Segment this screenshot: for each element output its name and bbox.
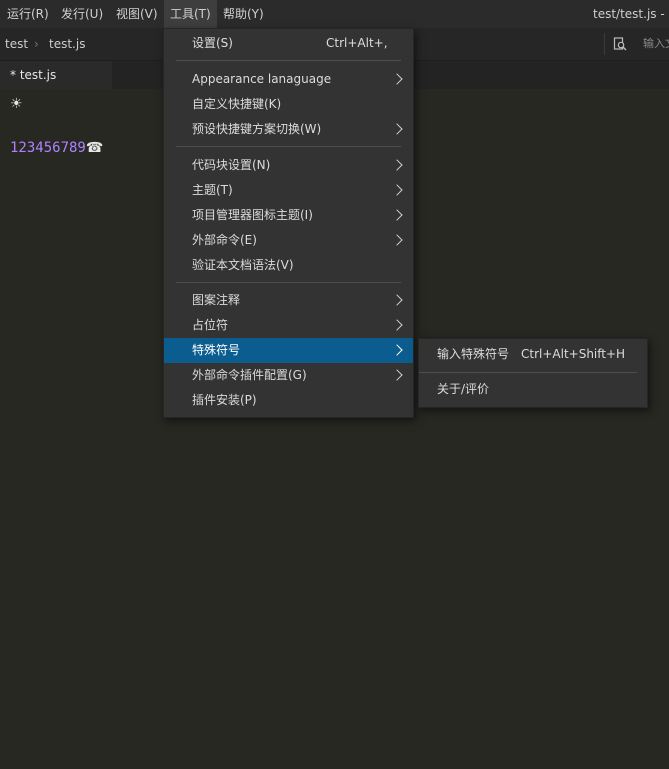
menu-item-pattern-comment[interactable]: 图案注释 [164, 288, 413, 313]
menu-item-label: 输入特殊符号 [437, 347, 510, 361]
menu-item-label: 验证本文档语法(V) [192, 258, 294, 272]
chevron-right-icon [391, 344, 403, 356]
number-literal: 123456789 [10, 140, 86, 156]
menu-item-snippet-settings[interactable]: 代码块设置(N) [164, 153, 413, 178]
menu-divider [176, 282, 401, 283]
chevron-right-icon [391, 209, 403, 221]
menu-item-label: 项目管理器图标主题(I) [192, 208, 313, 222]
menu-item-label: 外部命令插件配置(G) [192, 368, 307, 382]
submenu-item-about-rate[interactable]: 关于/评价 [419, 377, 647, 402]
menu-item-shortcut: Ctrl+Alt+Shift+H [521, 347, 626, 361]
menu-item-theme[interactable]: 主题(T) [164, 178, 413, 203]
search-input[interactable]: 输入文 [643, 33, 669, 55]
chevron-right-icon: › [34, 37, 39, 51]
search-file-icon [613, 37, 627, 51]
menu-item-label: Appearance lanaguage [192, 72, 332, 86]
menu-publish[interactable]: 发行(U) [55, 0, 109, 28]
menu-item-label: 代码块设置(N) [192, 158, 271, 172]
chevron-right-icon [391, 234, 403, 246]
chevron-right-icon [391, 294, 403, 306]
menu-item-label: 特殊符号 [192, 343, 241, 357]
chevron-right-icon [391, 123, 403, 135]
menu-item-external-plugin-config[interactable]: 外部命令插件配置(G) [164, 363, 413, 388]
special-symbols-submenu: 输入特殊符号 Ctrl+Alt+Shift+H 关于/评价 [418, 338, 648, 408]
submenu-item-insert-symbol[interactable]: 输入特殊符号 Ctrl+Alt+Shift+H [419, 342, 647, 367]
menu-item-settings[interactable]: 设置(S) Ctrl+Alt+, [164, 31, 413, 56]
editor-line-2: 123456789☎ [10, 140, 103, 156]
menu-item-label: 主题(T) [192, 183, 233, 197]
tab-test-js[interactable]: * test.js [0, 61, 112, 89]
phone-icon: ☎ [85, 140, 104, 156]
menu-item-plugin-install[interactable]: 插件安装(P) [164, 388, 413, 413]
chevron-right-icon [391, 159, 403, 171]
menu-item-custom-shortcuts[interactable]: 自定义快捷键(K) [164, 92, 413, 117]
menubar: 运行(R) 发行(U) 视图(V) 工具(T) 帮助(Y) test/test.… [0, 0, 669, 28]
tools-menu: 设置(S) Ctrl+Alt+, Appearance lanaguage 自定… [163, 28, 414, 418]
menu-divider [176, 60, 401, 61]
chevron-right-icon [391, 369, 403, 381]
chevron-right-icon [391, 184, 403, 196]
menu-item-shortcut: Ctrl+Alt+, [326, 36, 388, 50]
menu-item-external-commands[interactable]: 外部命令(E) [164, 228, 413, 253]
menu-item-label: 占位符 [192, 318, 229, 332]
menu-view[interactable]: 视图(V) [110, 0, 164, 28]
menu-item-special-symbols[interactable]: 特殊符号 [164, 338, 413, 363]
menu-item-label: 图案注释 [192, 293, 241, 307]
menu-divider [419, 372, 637, 373]
menu-run[interactable]: 运行(R) [1, 0, 55, 28]
menu-help[interactable]: 帮助(Y) [217, 0, 270, 28]
menu-item-appearance-language[interactable]: Appearance lanaguage [164, 67, 413, 92]
menu-item-placeholder[interactable]: 占位符 [164, 313, 413, 338]
chevron-right-icon [391, 319, 403, 331]
search-box[interactable]: 输入文 [604, 33, 669, 55]
menu-item-label: 设置(S) [192, 36, 233, 50]
menu-tools[interactable]: 工具(T) [164, 0, 217, 28]
window-title: test/test.js - H [593, 7, 669, 21]
breadcrumb-file[interactable]: test.js [49, 28, 85, 60]
menu-item-validate-syntax[interactable]: 验证本文档语法(V) [164, 253, 413, 278]
menu-item-project-icon-theme[interactable]: 项目管理器图标主题(I) [164, 203, 413, 228]
editor-line-1: ☀ [10, 96, 23, 112]
menu-item-label: 外部命令(E) [192, 233, 257, 247]
menu-divider [176, 146, 401, 147]
menu-item-label: 自定义快捷键(K) [192, 97, 282, 111]
breadcrumb-project[interactable]: test [5, 28, 28, 60]
chevron-right-icon [391, 73, 403, 85]
menu-item-shortcut-scheme[interactable]: 预设快捷键方案切换(W) [164, 117, 413, 142]
menu-item-label: 预设快捷键方案切换(W) [192, 122, 322, 136]
menu-item-label: 关于/评价 [437, 382, 490, 396]
menu-item-label: 插件安装(P) [192, 393, 257, 407]
